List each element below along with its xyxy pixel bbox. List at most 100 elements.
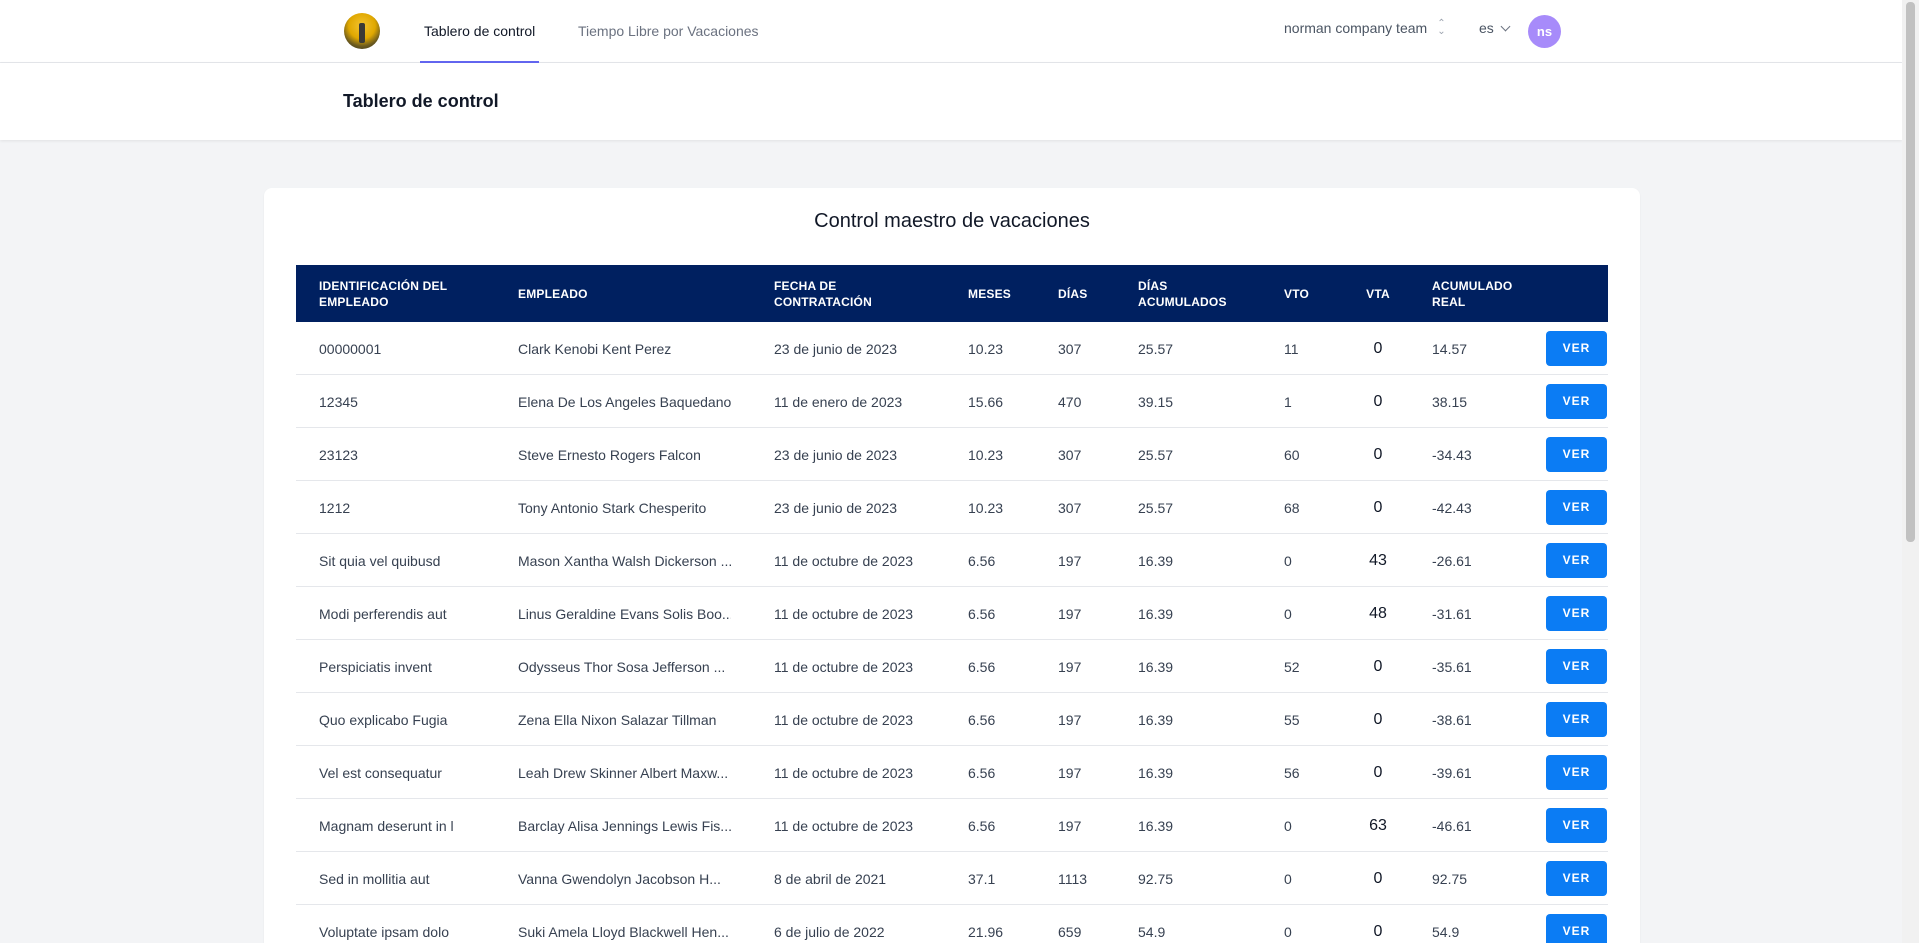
hire-date-cell: 11 de octubre de 2023 [774,817,914,834]
hire-date-cell: 23 de junio de 2023 [774,446,897,463]
vta-cell: 0 [1373,710,1383,728]
vta-cell: 0 [1373,657,1383,675]
months-cell: 6.56 [968,817,996,834]
chevron-up-down-icon: ⌃ ⌄ [1437,18,1446,37]
language-code: es [1479,20,1494,36]
employee-name-cell: Linus Geraldine Evans Solis Boo... [518,605,731,622]
vto-cell: 0 [1284,817,1292,834]
employee-id-cell: 23123 [319,446,358,463]
card-title: Control maestro de vacaciones [814,210,1090,232]
view-button[interactable]: VER [1546,331,1607,366]
employee-name-cell: Zena Ella Nixon Salazar Tillman [518,711,717,728]
team-name: norman company team [1284,20,1428,36]
days-cell: 197 [1058,605,1082,622]
view-button[interactable]: VER [1546,596,1607,631]
accrued-days-cell: 25.57 [1138,499,1174,516]
accrued-days-cell: 54.9 [1138,923,1166,940]
view-button[interactable]: VER [1546,861,1607,896]
employee-name-cell: Mason Xantha Walsh Dickerson ... [518,552,731,569]
days-cell: 197 [1058,764,1082,781]
months-cell: 10.23 [968,340,1004,357]
tab-vacation-time-off[interactable]: Tiempo Libre por Vacaciones [578,0,759,63]
employee-name-cell: Barclay Alisa Jennings Lewis Fis... [518,817,731,834]
language-selector[interactable]: es [1479,20,1511,36]
hire-date-cell: 23 de junio de 2023 [774,340,897,357]
real-accrued-cell: -46.61 [1432,817,1472,834]
column-header-days: DÍAS [1058,286,1088,301]
months-cell: 10.23 [968,446,1004,463]
employee-name-cell: Tony Antonio Stark Chesperito [518,499,707,516]
vta-cell: 0 [1373,763,1383,781]
vto-cell: 0 [1284,923,1292,940]
employee-name-cell: Odysseus Thor Sosa Jefferson ... [518,658,726,675]
accrued-days-cell: 39.15 [1138,393,1174,410]
vta-cell: 0 [1373,869,1383,887]
view-button[interactable]: VER [1546,702,1607,737]
real-accrued-cell: 38.15 [1432,393,1468,410]
company-logo-icon[interactable] [344,13,380,49]
page-title: Tablero de control [343,91,499,111]
accrued-days-cell: 25.57 [1138,340,1174,357]
hire-date-cell: 11 de octubre de 2023 [774,658,914,675]
column-header-vta: VTA [1366,286,1390,301]
employee-name-cell: Suki Amela Lloyd Blackwell Hen... [518,923,729,940]
table-row: Quo explicabo Fugia Zena Ella Nixon Salaz… [296,693,1608,746]
hire-date-cell: 11 de octubre de 2023 [774,711,914,728]
months-cell: 21.96 [968,923,1004,940]
table-row: Sit quia vel quibusd Mason Xantha Walsh D… [296,534,1608,587]
view-button[interactable]: VER [1546,543,1607,578]
days-cell: 307 [1058,340,1082,357]
column-header-hire-date: FECHA DE CONTRATACIÓN [774,278,872,309]
page-scrollbar[interactable] [1902,0,1919,943]
employee-name-cell: Steve Ernesto Rogers Falcon [518,446,701,463]
column-header-vto: VTO [1284,286,1310,301]
column-header-id: IDENTIFICACIÓN DEL EMPLEADO [319,278,448,309]
view-button[interactable]: VER [1546,437,1607,472]
view-button[interactable]: VER [1546,808,1607,843]
months-cell: 6.56 [968,658,996,675]
employee-name-cell: Clark Kenobi Kent Perez [518,340,672,357]
table-row: Voluptate ipsam dolo Suki Amela Lloyd Bla… [296,905,1608,943]
column-header-accrued-days: DÍAS ACUMULADOS [1138,278,1227,309]
view-button[interactable]: VER [1546,914,1607,943]
view-button[interactable]: VER [1546,384,1607,419]
months-cell: 15.66 [968,393,1004,410]
column-header-months: MESES [968,286,1012,301]
days-cell: 470 [1058,393,1082,410]
accrued-days-cell: 16.39 [1138,764,1174,781]
employee-id-cell: 12345 [319,393,358,410]
table-row: 23123 Steve Ernesto Rogers Falcon 23 de ju… [296,428,1608,481]
accrued-days-cell: 92.75 [1138,870,1174,887]
team-selector[interactable]: norman company team ⌃ ⌄ [1284,18,1446,37]
table-row: 12345 Elena De Los Angeles Baquedano 11 de… [296,375,1608,428]
accrued-days-cell: 16.39 [1138,711,1174,728]
vto-cell: 11 [1284,340,1299,357]
vto-cell: 56 [1284,764,1300,781]
view-button[interactable]: VER [1546,755,1607,790]
view-button[interactable]: VER [1546,649,1607,684]
hire-date-cell: 11 de enero de 2023 [774,393,903,410]
employee-name-cell: Vanna Gwendolyn Jacobson H... [518,870,721,887]
real-accrued-cell: -39.61 [1432,764,1472,781]
employee-name-cell: Elena De Los Angeles Baquedano [518,393,731,410]
column-header-employee: EMPLEADO [518,286,588,301]
employee-id-cell: Sit quia vel quibusd [319,552,441,569]
tab-dashboard[interactable]: Tablero de control [420,0,540,63]
employee-id-cell: Voluptate ipsam dolo [319,923,449,940]
real-accrued-cell: 54.9 [1432,923,1460,940]
vta-cell: 43 [1369,551,1387,569]
vto-cell: 0 [1284,552,1292,569]
real-accrued-cell: 92.75 [1432,870,1468,887]
real-accrued-cell: -38.61 [1432,711,1472,728]
vto-cell: 0 [1284,605,1292,622]
months-cell: 6.56 [968,764,996,781]
accrued-days-cell: 16.39 [1138,817,1174,834]
employee-id-cell: Magnam deserunt in l [319,817,454,834]
table-row: Vel est consequatur Leah Drew Skinner Alb… [296,746,1608,799]
scrollbar-thumb[interactable] [1906,2,1915,542]
user-avatar[interactable]: ns [1528,15,1561,48]
view-button[interactable]: VER [1546,490,1607,525]
vto-cell: 0 [1284,870,1292,887]
days-cell: 197 [1058,658,1082,675]
table-row: Sed in mollitia aut Vanna Gwendolyn Jacob… [296,852,1608,905]
